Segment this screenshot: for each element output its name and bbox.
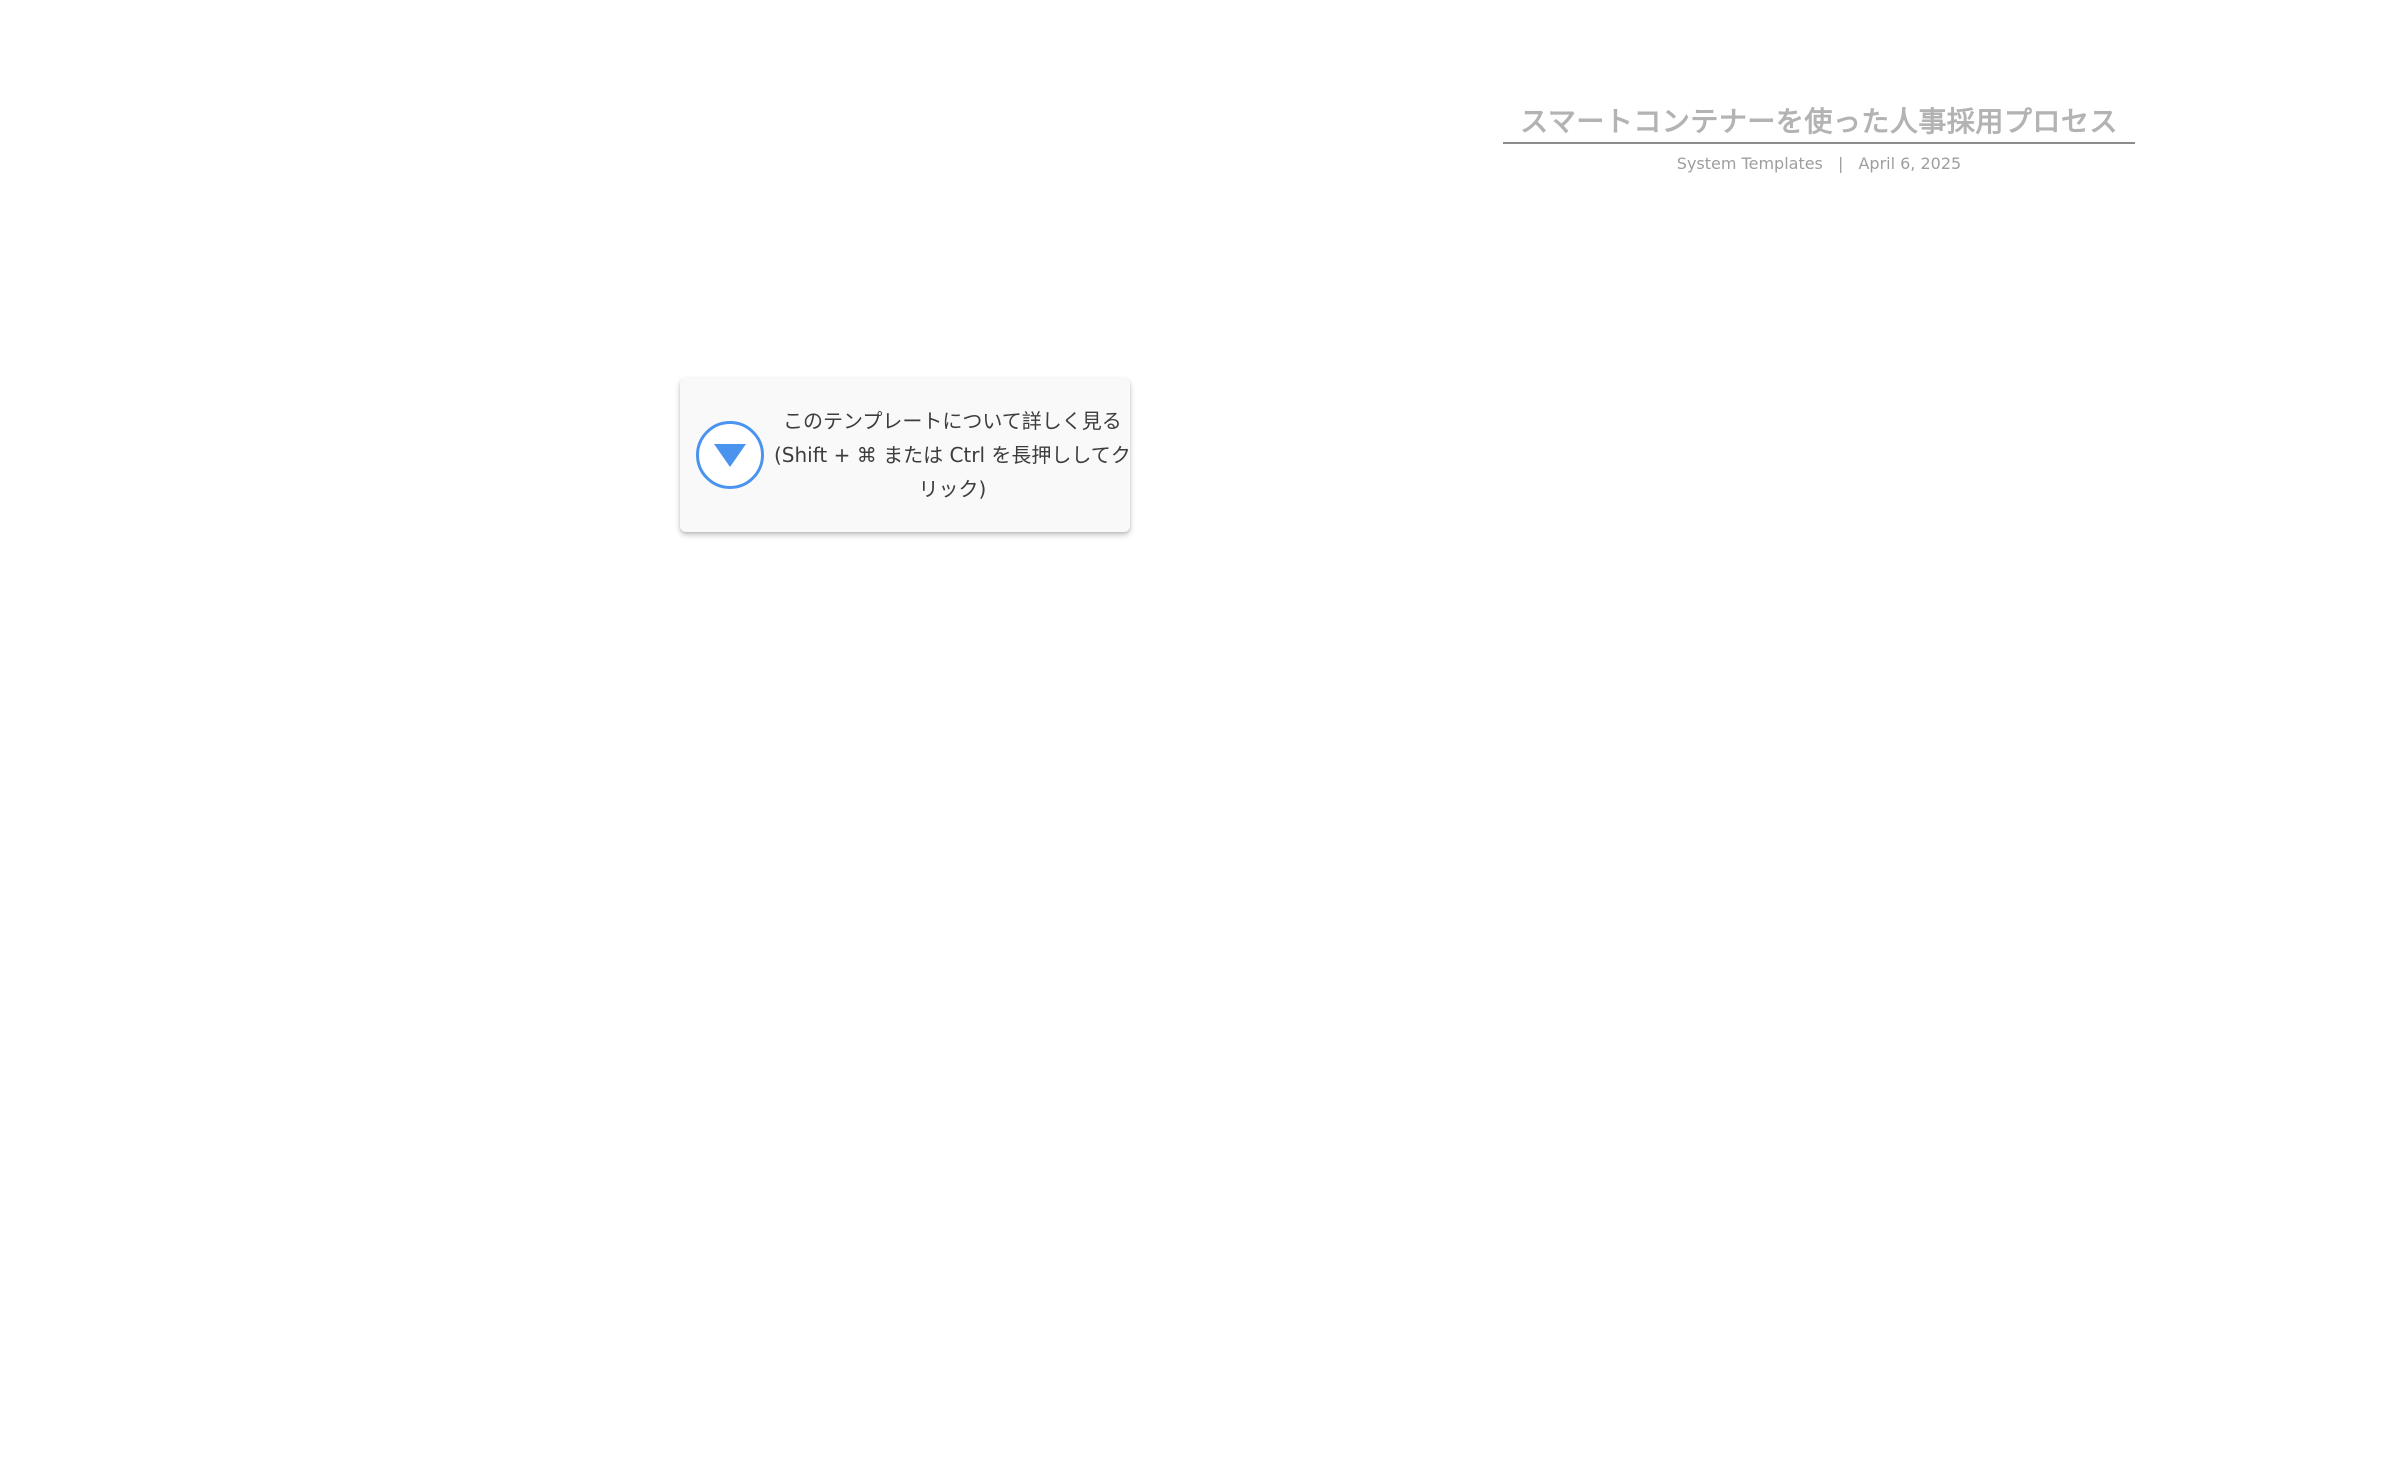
canvas: スマートコンテナーを使った人事採用プロセス System Templates |… [0,0,2400,1458]
document-date: April 6, 2025 [1858,154,1962,173]
info-line-1: このテンプレートについて詳しく見る [782,409,1122,433]
document-meta: System Templates | April 6, 2025 [1503,152,2135,176]
template-info-card[interactable]: このテンプレートについて詳しく見る (Shift + ⌘ または Ctrl を長… [680,378,1131,532]
document-title: スマートコンテナーを使った人事採用プロセス [1503,102,2135,144]
info-line-2: (Shift + ⌘ または Ctrl を長押ししてク [774,443,1131,467]
template-info-text[interactable]: このテンプレートについて詳しく見る (Shift + ⌘ または Ctrl を長… [774,404,1131,506]
document-author: System Templates [1676,154,1823,173]
title-block: スマートコンテナーを使った人事採用プロセス System Templates |… [1503,102,2135,176]
play-triangle-icon[interactable] [696,421,764,489]
triangle-down-shape [714,444,746,467]
meta-separator: | [1837,154,1844,173]
info-line-3: リック) [918,477,987,501]
